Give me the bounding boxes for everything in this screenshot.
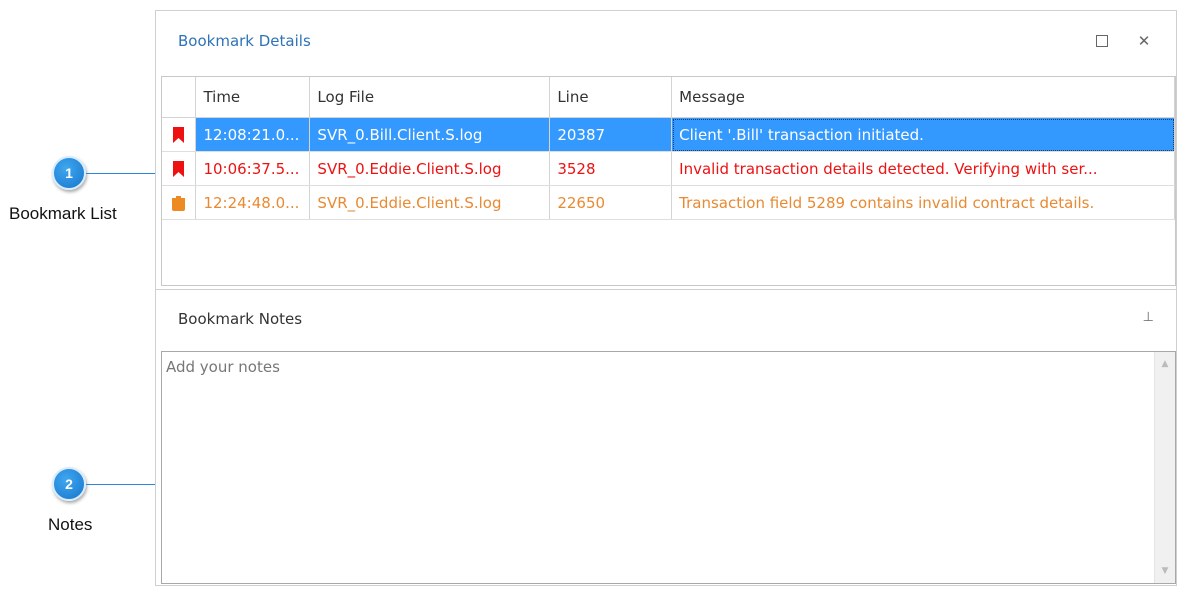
time-cell: 12:24:48.0... xyxy=(195,185,311,220)
line-cell: 22650 xyxy=(549,185,673,220)
column-header-icon[interactable] xyxy=(162,77,197,118)
bookmark-list-grid[interactable]: Time Log File Line Message 12:08:21.0...… xyxy=(161,76,1176,286)
scroll-up-arrow-icon[interactable]: ▲ xyxy=(1155,354,1175,374)
line-cell: 20387 xyxy=(549,117,673,152)
table-header-row: Time Log File Line Message xyxy=(162,77,1175,118)
red-bookmark-flag-icon xyxy=(173,127,185,143)
notes-title: Bookmark Notes xyxy=(178,310,303,328)
notes-box: ▲ ▼ xyxy=(161,351,1176,584)
callout-2-label: Notes xyxy=(48,515,93,534)
bookmark-flag-cell xyxy=(162,185,197,220)
scroll-down-arrow-icon[interactable]: ▼ xyxy=(1155,561,1175,581)
column-header-time[interactable]: Time xyxy=(195,77,311,118)
notes-header: Bookmark Notes ⊥ xyxy=(156,289,1176,350)
bookmark-table: Time Log File Line Message 12:08:21.0...… xyxy=(162,77,1175,220)
table-row[interactable]: 10:06:37.5... SVR_0.Eddie.Client.S.log 3… xyxy=(162,151,1175,186)
table-row[interactable]: 12:24:48.0... SVR_0.Eddie.Client.S.log 2… xyxy=(162,185,1175,220)
close-icon: ✕ xyxy=(1137,32,1151,50)
log-file-cell: SVR_0.Eddie.Client.S.log xyxy=(309,151,551,186)
callout-1-line xyxy=(86,173,162,174)
callout-1-label: Bookmark List xyxy=(9,204,117,223)
panel-title: Bookmark Details xyxy=(178,32,311,50)
column-header-log-file[interactable]: Log File xyxy=(309,77,551,118)
column-header-line[interactable]: Line xyxy=(549,77,673,118)
callout-1-badge: 1 xyxy=(52,156,86,190)
time-cell: 10:06:37.5... xyxy=(195,151,311,186)
message-cell: Transaction field 5289 contains invalid … xyxy=(671,185,1175,220)
column-header-message[interactable]: Message xyxy=(671,77,1175,118)
bookmark-flag-cell xyxy=(162,117,197,152)
notes-input[interactable] xyxy=(162,352,1147,583)
maximize-button[interactable] xyxy=(1090,29,1114,53)
line-cell: 3528 xyxy=(549,151,673,186)
log-file-cell: SVR_0.Bill.Client.S.log xyxy=(309,117,551,152)
bookmark-flag-cell xyxy=(162,151,197,186)
table-row[interactable]: 12:08:21.0... SVR_0.Bill.Client.S.log 20… xyxy=(162,117,1175,152)
time-cell: 12:08:21.0... xyxy=(195,117,311,152)
log-file-cell: SVR_0.Eddie.Client.S.log xyxy=(309,185,551,220)
panel-title-bar: Bookmark Details ✕ xyxy=(156,11,1176,75)
close-button[interactable]: ✕ xyxy=(1132,29,1156,53)
maximize-icon xyxy=(1096,35,1108,47)
red-bookmark-flag-icon xyxy=(173,161,185,177)
callout-2-badge: 2 xyxy=(52,467,86,501)
message-cell: Invalid transaction details detected. Ve… xyxy=(671,151,1175,186)
bookmark-details-panel: Bookmark Details ✕ Time Log File Line Me… xyxy=(155,10,1177,586)
message-cell: Client '.Bill' transaction initiated. xyxy=(671,117,1175,152)
orange-bookmark-icon xyxy=(172,196,186,211)
pin-icon[interactable]: ⊥ xyxy=(1143,310,1154,325)
notes-scrollbar[interactable]: ▲ ▼ xyxy=(1154,352,1175,583)
